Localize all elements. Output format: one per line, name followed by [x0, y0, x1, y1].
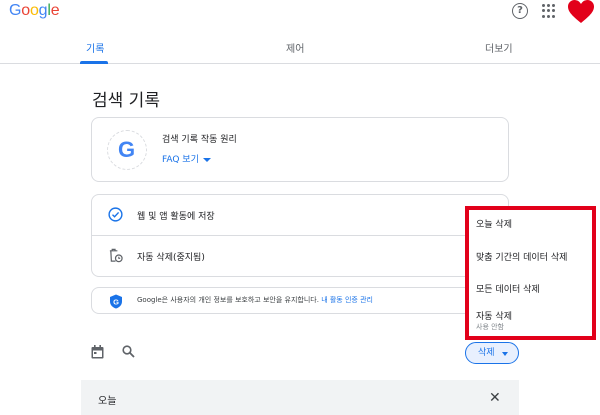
privacy-text: Google은 사용자의 개인 정보를 보호하고 보안을 유지합니다. 내 활동…	[137, 295, 373, 305]
privacy-message: Google은 사용자의 개인 정보를 보호하고 보안을 유지합니다.	[137, 296, 319, 304]
avatar[interactable]	[568, 0, 594, 24]
shield-icon: G	[110, 294, 122, 309]
delete-menu: 오늘 삭제 맞춤 기간의 데이터 삭제 모든 데이터 삭제 자동 삭제 사용 안…	[465, 206, 596, 340]
menu-item-delete-today[interactable]: 오늘 삭제	[476, 217, 512, 230]
menu-item-auto-delete[interactable]: 자동 삭제	[476, 309, 512, 322]
page-title: 검색 기록	[92, 91, 160, 111]
how-it-works-card: G 검색 기록 작동 원리 FAQ 보기	[91, 117, 509, 182]
today-section-header: 오늘 ✕	[81, 380, 519, 415]
chevron-down-icon	[502, 352, 508, 356]
settings-card: 웹 및 앱 활동에 저장 자동 삭제(중지됨)	[91, 194, 510, 277]
tab-controls[interactable]: 제어	[286, 40, 304, 55]
logo-letter: o	[29, 2, 39, 19]
faq-button[interactable]: FAQ 보기	[162, 152, 211, 165]
check-circle-icon	[108, 207, 123, 222]
svg-text:G: G	[113, 298, 119, 307]
manage-verification-link[interactable]: 내 활동 인증 관리	[321, 296, 373, 304]
delete-button-label: 삭제	[478, 348, 495, 358]
apps-grid-icon[interactable]	[542, 4, 556, 18]
web-app-activity-label: 웹 및 앱 활동에 저장	[137, 212, 215, 222]
logo-letter: e	[50, 2, 60, 19]
tab-bar: 기록 제어 더보기	[0, 36, 600, 64]
auto-delete-icon	[109, 248, 123, 263]
calendar-icon[interactable]	[91, 345, 104, 359]
active-tab-indicator	[80, 61, 108, 64]
chevron-down-icon	[202, 157, 211, 162]
logo-letter: o	[21, 2, 30, 19]
menu-item-delete-all[interactable]: 모든 데이터 삭제	[476, 282, 540, 295]
tab-history[interactable]: 기록	[86, 40, 104, 55]
delete-button[interactable]: 삭제	[465, 342, 519, 364]
card-title: 검색 기록 작동 원리	[162, 135, 237, 145]
auto-delete-row[interactable]: 자동 삭제(중지됨)	[92, 236, 510, 277]
google-logo[interactable]: Google	[9, 2, 60, 20]
menu-item-delete-custom-range[interactable]: 맞춤 기간의 데이터 삭제	[476, 250, 567, 263]
auto-delete-label: 자동 삭제(중지됨)	[137, 253, 205, 263]
help-icon[interactable]: ?	[512, 3, 528, 19]
logo-letter: G	[9, 2, 22, 19]
auto-delete-status: 사용 안함	[476, 323, 504, 331]
close-icon[interactable]: ✕	[489, 391, 501, 405]
web-app-activity-row[interactable]: 웹 및 앱 활동에 저장	[92, 195, 510, 236]
today-label: 오늘	[98, 396, 117, 407]
privacy-card: G Google은 사용자의 개인 정보를 보호하고 보안을 유지합니다. 내 …	[91, 287, 509, 314]
search-icon[interactable]	[122, 345, 135, 358]
google-g-icon: G	[107, 130, 147, 170]
tab-more[interactable]: 더보기	[485, 40, 513, 55]
